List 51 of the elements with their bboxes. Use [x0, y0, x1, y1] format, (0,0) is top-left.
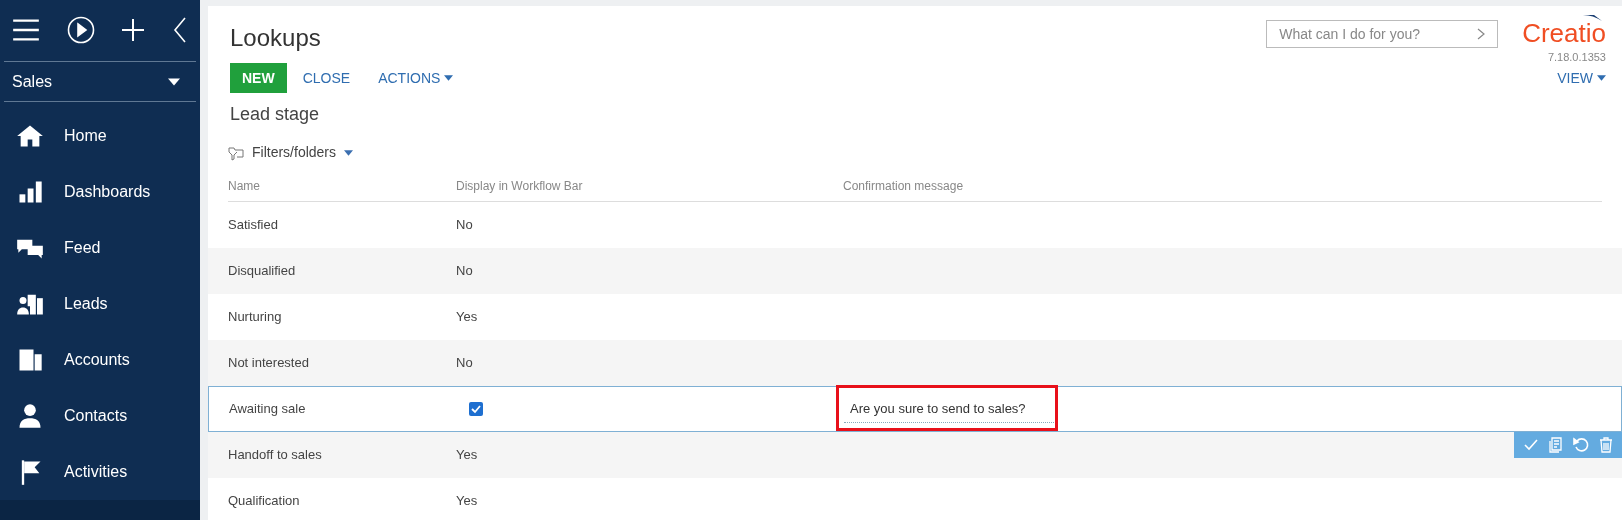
version-label: 7.18.0.1353	[1547, 50, 1606, 65]
workplace-dropdown[interactable]: Sales	[0, 62, 200, 102]
nav-item[interactable]: Accounts	[0, 332, 200, 389]
column-header[interactable]: Name	[228, 177, 456, 195]
section-title: Lead stage	[229, 103, 321, 126]
filters-button[interactable]: Filters/folders	[228, 142, 354, 163]
close-button[interactable]: CLOSE	[290, 63, 363, 93]
nav-item[interactable]: Activities	[0, 444, 200, 501]
plus-icon[interactable]	[121, 18, 146, 43]
chevron-right-icon	[1477, 28, 1486, 40]
table-cell-text: Qualification	[228, 492, 301, 511]
filter-folder-icon	[228, 144, 244, 161]
table-cell-text: Nurturing	[228, 308, 283, 327]
checkbox[interactable]	[469, 402, 483, 416]
caret-icon	[344, 149, 354, 156]
logo: Creatio	[1522, 18, 1606, 48]
nav-item[interactable]: Contacts	[0, 388, 200, 445]
table-cell: Yes	[456, 447, 478, 463]
checkmark-icon[interactable]	[1522, 437, 1539, 453]
table-row[interactable]: Awaiting sale Are you sure to send to sales?	[208, 386, 1622, 432]
nav-item[interactable]: Feed	[0, 220, 200, 277]
nav-item[interactable]: Leads	[0, 276, 200, 333]
actions-menu-button[interactable]: ACTIONS	[366, 63, 466, 93]
table-cell: Yes	[456, 493, 478, 509]
collapse-icon[interactable]	[171, 16, 188, 45]
table-cell-text: Satisfied	[228, 216, 279, 235]
caret-icon	[168, 77, 180, 86]
table-cell-text: Disqualified	[228, 262, 297, 281]
table-cell: Yes	[456, 309, 478, 325]
nav-item[interactable]: Home	[0, 108, 200, 165]
column-header[interactable]: Confirmation message	[843, 177, 964, 195]
nav-item[interactable]: Dashboards	[0, 164, 200, 221]
table-cell-text: Handoff to sales	[228, 446, 323, 465]
table-row[interactable]: Not interested No	[208, 340, 1622, 386]
search-field[interactable]: What can I do for you?	[1266, 20, 1499, 48]
table-cell: No	[456, 355, 473, 371]
view-menu-button[interactable]: VIEW	[1557, 67, 1606, 89]
table-cell-text: Awaiting sale	[229, 400, 307, 419]
message-input-field[interactable]: Are you sure to send to sales?	[844, 394, 1058, 424]
play-icon[interactable]	[66, 16, 95, 45]
check-icon	[471, 404, 481, 414]
table-cell-text: Not interested	[228, 354, 310, 373]
column-header[interactable]: Display in Workflow Bar	[456, 177, 843, 195]
page-title: Lookups	[230, 23, 321, 53]
table-row[interactable]: Disqualified No	[208, 248, 1622, 294]
menu-icon[interactable]	[12, 18, 40, 43]
table-cell: No	[456, 217, 473, 233]
caret-icon	[444, 75, 454, 81]
caret-icon	[1597, 75, 1606, 81]
table-cell: No	[456, 263, 473, 279]
table-row[interactable]: Handoff to sales Yes	[208, 432, 1622, 478]
